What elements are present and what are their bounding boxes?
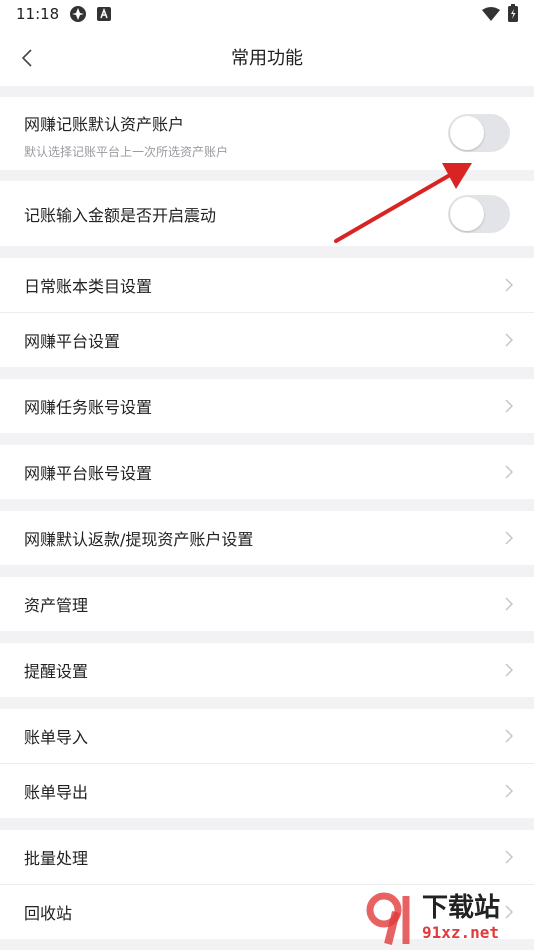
menu-item-reminder-settings[interactable]: 提醒设置	[0, 643, 534, 697]
chevron-right-icon	[505, 597, 513, 611]
menu-item-label: 网赚默认返款/提现资产账户设置	[24, 530, 254, 549]
menu-item-label: 提醒设置	[24, 662, 89, 681]
watermark-domain: 91xz.net	[422, 923, 500, 942]
vibration-label: 记账输入金额是否开启震动	[24, 205, 217, 225]
menu-item-task-account[interactable]: 网赚任务账号设置	[0, 379, 534, 433]
menu-item-asset-management[interactable]: 资产管理	[0, 577, 534, 631]
back-icon[interactable]	[14, 44, 42, 72]
menu-item-label: 账单导出	[24, 783, 89, 802]
status-bar: 11:18	[0, 0, 534, 28]
nav-bar: 常用功能	[0, 28, 534, 86]
watermark-logo-icon	[366, 892, 410, 945]
toggle-knob	[450, 116, 484, 150]
chevron-right-icon	[505, 850, 513, 864]
menu-item-label: 资产管理	[24, 596, 89, 615]
chevron-right-icon	[505, 729, 513, 743]
app-notification-icon	[69, 5, 87, 23]
menu-item-bill-export[interactable]: 账单导出	[0, 764, 534, 818]
chevron-right-icon	[505, 278, 513, 292]
chevron-right-icon	[505, 663, 513, 677]
a-notification-icon	[97, 7, 112, 21]
page-title: 常用功能	[231, 48, 303, 69]
menu-item-label: 网赚任务账号设置	[24, 398, 153, 417]
menu-item-label: 回收站	[24, 904, 73, 923]
chevron-right-icon	[505, 531, 513, 545]
menu-item-label: 网赚平台设置	[24, 332, 121, 351]
menu-item-bill-import[interactable]: 账单导入	[0, 709, 534, 763]
menu-item-refund-account[interactable]: 网赚默认返款/提现资产账户设置	[0, 511, 534, 565]
menu-item-daily-category[interactable]: 日常账本类目设置	[0, 258, 534, 312]
default-asset-account-toggle[interactable]	[448, 114, 510, 152]
menu-item-platform-settings[interactable]: 网赚平台设置	[0, 313, 534, 367]
chevron-right-icon	[505, 784, 513, 798]
wifi-icon	[482, 6, 500, 25]
menu-item-label: 网赚平台账号设置	[24, 464, 153, 483]
menu-item-batch-processing[interactable]: 批量处理	[0, 830, 534, 884]
chevron-right-icon	[505, 465, 513, 479]
chevron-right-icon	[505, 333, 513, 347]
menu-item-label: 日常账本类目设置	[24, 277, 153, 296]
watermark-brand: 下载站	[422, 893, 501, 923]
status-time: 11:18	[16, 5, 60, 23]
menu-item-platform-account[interactable]: 网赚平台账号设置	[0, 445, 534, 499]
annotation-arrow-icon	[334, 163, 472, 243]
menu-item-label: 批量处理	[24, 849, 89, 868]
menu-item-label: 账单导入	[24, 728, 89, 747]
default-asset-account-sublabel: 默认选择记账平台上一次所选资产账户	[24, 145, 229, 159]
battery-icon	[508, 4, 518, 26]
default-asset-account-label: 网赚记账默认资产账户	[24, 115, 185, 134]
watermark: 下载站 91xz.net	[362, 888, 532, 948]
chevron-right-icon	[505, 399, 513, 413]
